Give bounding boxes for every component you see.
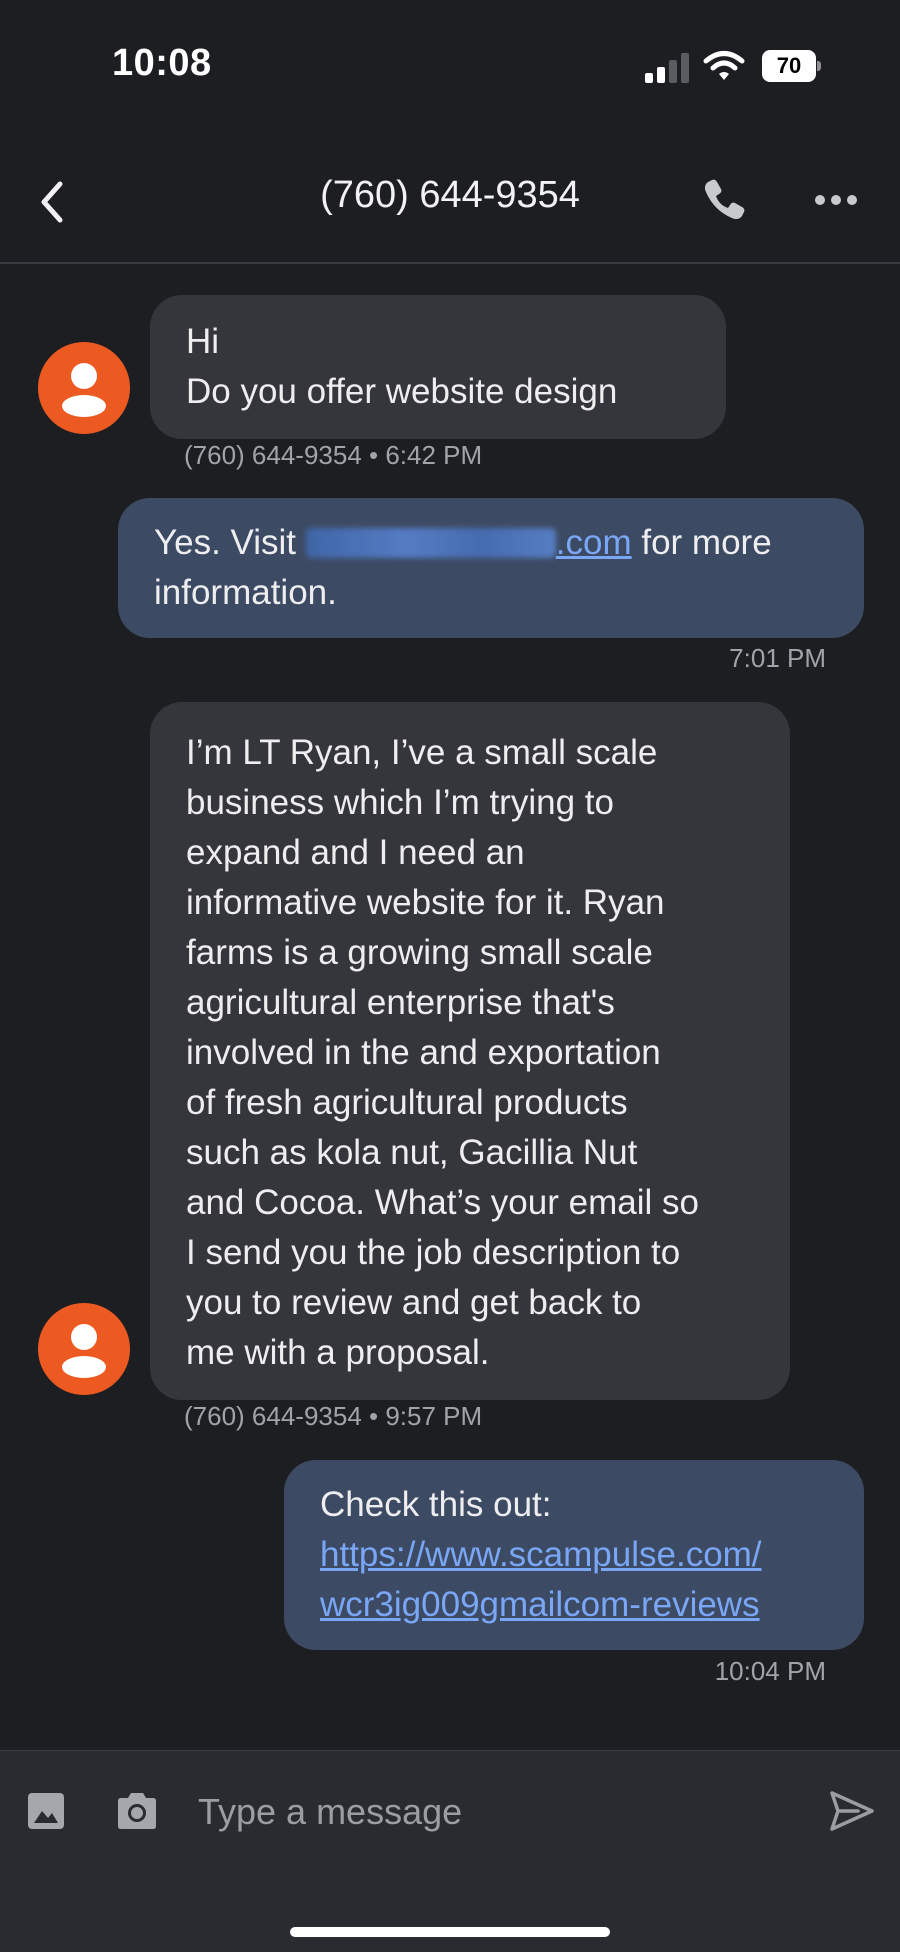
message-text: Hi bbox=[186, 322, 220, 361]
message-text: informative website for it. Ryan bbox=[186, 883, 665, 922]
conversation-title: (760) 644-9354 bbox=[320, 174, 580, 216]
more-horizontal-icon[interactable] bbox=[814, 194, 858, 206]
message-meta: 7:01 PM bbox=[729, 643, 826, 673]
status-time: 10:08 bbox=[112, 42, 212, 84]
person-icon bbox=[62, 1324, 106, 1378]
message-bubble-incoming[interactable]: I’m LT Ryan, I’ve a small scale business… bbox=[150, 702, 790, 1400]
redacted-domain bbox=[305, 528, 556, 558]
status-bar: 10:08 70 bbox=[0, 0, 900, 130]
image-icon[interactable] bbox=[26, 1791, 66, 1831]
message-text: of fresh agricultural products bbox=[186, 1083, 628, 1122]
message-text: Yes. Visit bbox=[154, 523, 306, 562]
link-suffix: .com bbox=[555, 523, 632, 562]
message-text: expand and I need an bbox=[186, 833, 525, 872]
message-meta: 10:04 PM bbox=[714, 1656, 826, 1686]
battery-indicator: 70 bbox=[762, 50, 821, 82]
message-text: me with a proposal. bbox=[186, 1333, 490, 1372]
battery-level: 70 bbox=[762, 50, 816, 82]
message-text: Do you offer website design bbox=[186, 372, 618, 411]
website-link[interactable]: .com bbox=[305, 523, 632, 562]
message-composer bbox=[0, 1750, 900, 1952]
home-indicator[interactable] bbox=[290, 1927, 610, 1937]
message-meta: (760) 644-9354 • 6:42 PM bbox=[184, 440, 483, 470]
message-meta: (760) 644-9354 • 9:57 PM bbox=[184, 1401, 483, 1431]
phone-icon[interactable] bbox=[702, 176, 748, 222]
message-text: I’m LT Ryan, I’ve a small scale bbox=[186, 733, 658, 772]
message-text: agricultural enterprise that's bbox=[186, 983, 615, 1022]
contact-avatar[interactable] bbox=[38, 342, 130, 434]
person-icon bbox=[62, 363, 106, 417]
message-text: farms is a growing small scale bbox=[186, 933, 653, 972]
message-input[interactable] bbox=[196, 1781, 780, 1843]
message-text: you to review and get back to bbox=[186, 1283, 642, 1322]
send-icon[interactable] bbox=[828, 1789, 876, 1833]
conversation-header: (760) 644-9354 bbox=[0, 140, 900, 264]
contact-avatar[interactable] bbox=[38, 1303, 130, 1395]
camera-icon[interactable] bbox=[114, 1791, 160, 1831]
message-text: involved in the and exportation bbox=[186, 1033, 661, 1072]
message-text: Check this out: bbox=[320, 1485, 552, 1524]
wifi-icon bbox=[703, 51, 745, 80]
scampulse-link[interactable]: https://www.scampulse.com/ bbox=[320, 1530, 828, 1580]
message-text: such as kola nut, Gacillia Nut bbox=[186, 1133, 638, 1172]
message-text: and Cocoa. What’s your email so bbox=[186, 1183, 699, 1222]
cellular-signal-icon bbox=[645, 53, 689, 83]
message-bubble-outgoing[interactable]: Check this out: https://www.scampulse.co… bbox=[284, 1460, 864, 1650]
message-text: for more bbox=[631, 523, 772, 562]
message-text: I send you the job description to bbox=[186, 1233, 681, 1272]
message-bubble-incoming[interactable]: Hi Do you offer website design bbox=[150, 295, 726, 439]
scampulse-link[interactable]: wcr3ig009gmailcom-reviews bbox=[320, 1580, 828, 1630]
message-text: information. bbox=[154, 573, 337, 612]
message-text: business which I’m trying to bbox=[186, 783, 614, 822]
message-line: Yes. Visit .com for more bbox=[154, 518, 828, 568]
battery-tip bbox=[817, 61, 821, 71]
message-bubble-outgoing[interactable]: Yes. Visit .com for more information. bbox=[118, 498, 864, 638]
